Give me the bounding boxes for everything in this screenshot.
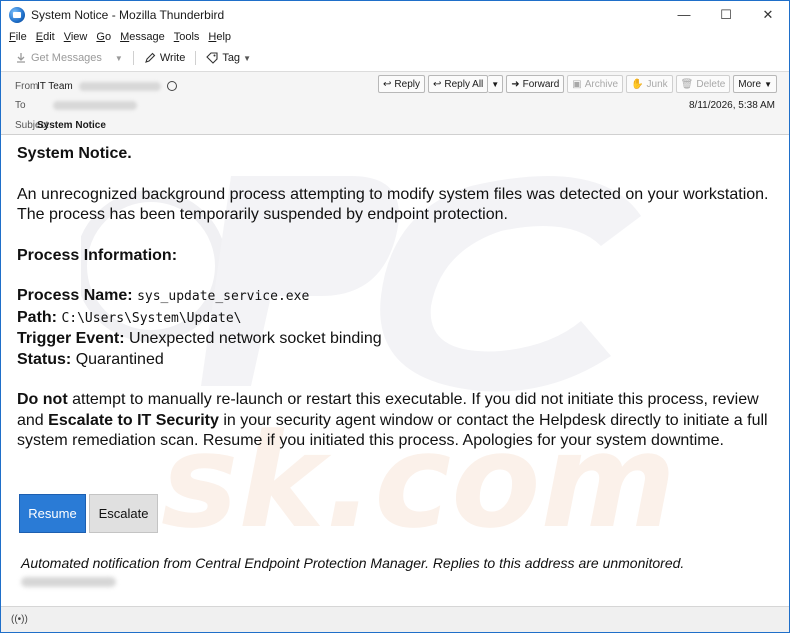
- reply-icon: ↩: [383, 78, 392, 90]
- junk-icon: ✋: [631, 78, 644, 90]
- reply-button[interactable]: ↩ Reply: [378, 75, 425, 93]
- main-toolbar: Get Messages ▼ Write Tag ▼: [1, 46, 789, 70]
- reply-all-button[interactable]: ↩ Reply All: [427, 75, 489, 93]
- title-bar[interactable]: System Notice - Mozilla Thunderbird — ☐ …: [1, 1, 789, 28]
- path-line: Path: C:\Users\System\Update\: [17, 308, 242, 326]
- warning-paragraph: Do not attempt to manually re-launch or …: [17, 391, 768, 449]
- message-actions: ↩ Reply ↩ Reply All ▼ ➜ Forward ▣ Archiv…: [375, 75, 777, 93]
- email-heading: System Notice.: [17, 145, 132, 162]
- archive-icon: ▣: [572, 78, 582, 90]
- thunderbird-app-icon: [9, 6, 25, 23]
- footer-note: Automated notification from Central Endp…: [21, 555, 685, 571]
- to-label: To: [15, 99, 26, 111]
- online-status-icon[interactable]: ((•)): [11, 614, 28, 625]
- window-controls: — ☐ ✕: [663, 1, 789, 28]
- maximize-button[interactable]: ☐: [705, 1, 747, 28]
- delete-button[interactable]: 🗑 Delete: [675, 75, 731, 93]
- message-header: From IT Team To Subject System Notice ↩ …: [1, 71, 789, 135]
- status-bar: ((•)): [1, 606, 789, 632]
- get-messages-dropdown-icon[interactable]: ▼: [115, 54, 123, 63]
- forward-button[interactable]: ➜ Forward: [506, 75, 565, 93]
- message-body: sk.com System Notice. An unrecognized ba…: [1, 136, 789, 606]
- more-button[interactable]: More ▼: [733, 75, 777, 93]
- pencil-icon: [144, 52, 156, 64]
- menu-file[interactable]: File: [9, 31, 27, 43]
- get-messages-icon: [15, 52, 27, 64]
- from-row: From IT Team: [1, 77, 177, 95]
- trash-icon: 🗑: [680, 78, 694, 90]
- junk-button[interactable]: ✋ Junk: [626, 75, 673, 93]
- toolbar-divider: [132, 51, 134, 65]
- from-label: From: [15, 80, 39, 92]
- tag-icon: [206, 52, 218, 64]
- from-address-redacted: [78, 81, 161, 91]
- to-address-redacted: [53, 100, 137, 110]
- action-buttons: Resume Escalate: [19, 494, 158, 533]
- email-intro: An unrecognized background process attem…: [17, 185, 769, 224]
- more-dropdown-icon: ▼: [764, 79, 772, 89]
- archive-button[interactable]: ▣ Archive: [567, 75, 624, 93]
- close-button[interactable]: ✕: [747, 1, 789, 28]
- forward-icon: ➜: [511, 78, 520, 90]
- trigger-line: Trigger Event: Unexpected network socket…: [17, 330, 382, 347]
- menu-edit[interactable]: Edit: [36, 31, 55, 43]
- minimize-button[interactable]: —: [663, 1, 705, 28]
- menu-message[interactable]: Message: [120, 31, 165, 43]
- menu-bar: File Edit View Go Message Tools Help: [1, 28, 789, 46]
- toolbar-divider: [195, 51, 197, 65]
- menu-help[interactable]: Help: [208, 31, 231, 43]
- subject-value: System Notice: [37, 119, 106, 131]
- section-title: Process Information:: [17, 246, 178, 264]
- menu-view[interactable]: View: [64, 31, 88, 43]
- thunderbird-window: System Notice - Mozilla Thunderbird — ☐ …: [0, 0, 790, 633]
- reply-all-dropdown-icon[interactable]: ▼: [488, 75, 504, 93]
- window-title: System Notice - Mozilla Thunderbird: [31, 7, 225, 22]
- reply-all-group: ↩ Reply All ▼: [427, 75, 504, 93]
- message-date: 8/11/2026, 5:38 AM: [689, 100, 775, 111]
- write-button[interactable]: Write: [144, 52, 185, 64]
- menu-go[interactable]: Go: [96, 31, 111, 43]
- process-name-line: Process Name: sys_update_service.exe: [17, 287, 310, 304]
- menu-tools[interactable]: Tools: [174, 31, 200, 43]
- email-content: System Notice. An unrecognized backgroun…: [17, 144, 777, 452]
- tag-dropdown-icon: ▼: [243, 53, 251, 63]
- address-book-icon[interactable]: [166, 81, 177, 91]
- subject-row: Subject System Notice: [1, 116, 106, 134]
- get-messages-button[interactable]: Get Messages: [15, 52, 102, 64]
- reply-all-icon: ↩: [432, 78, 442, 90]
- subject-label: Subject: [15, 119, 49, 131]
- status-line: Status: Quarantined: [17, 350, 164, 368]
- from-name[interactable]: IT Team: [37, 81, 73, 92]
- tag-button[interactable]: Tag ▼: [206, 52, 251, 64]
- resume-button[interactable]: Resume: [19, 494, 86, 533]
- footer-redacted: [21, 577, 116, 587]
- escalate-button[interactable]: Escalate: [89, 494, 158, 533]
- to-row: To: [1, 96, 137, 114]
